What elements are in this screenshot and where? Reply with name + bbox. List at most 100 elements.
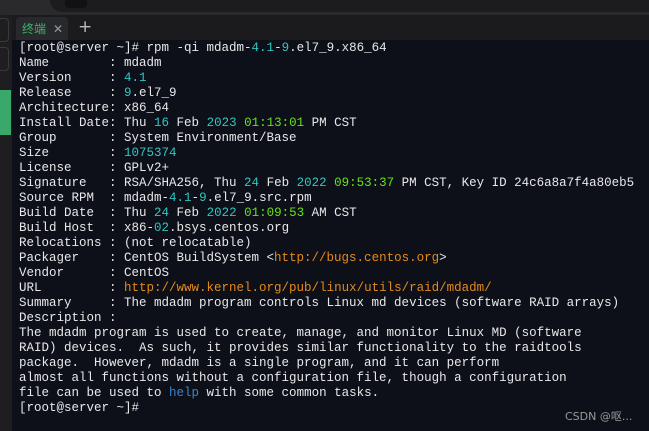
terminal-text: License : GPLv2+ [19, 161, 170, 175]
watermark: CSDN @呕... [565, 410, 633, 423]
terminal-text: > [439, 251, 447, 265]
terminal-text: 4.1 [169, 191, 192, 205]
terminal-text: Size : [19, 146, 125, 160]
terminal-line: Summary : The mdadm program controls Lin… [19, 296, 634, 311]
terminal-line: Vendor : CentOS [19, 266, 634, 281]
top-bar-shape [50, 0, 649, 12]
terminal-text: - [274, 41, 282, 55]
terminal-line: package. However, mdadm is a single prog… [19, 356, 634, 371]
terminal-line: The mdadm program is used to create, man… [19, 326, 634, 341]
terminal-line: Release : 9.el7_9 [19, 86, 634, 101]
add-tab-icon[interactable]: + [78, 17, 92, 37]
terminal-text: help [169, 386, 200, 400]
terminal-text: .bsys.centos.org [169, 221, 290, 235]
terminal-line: Build Date : Thu 24 Feb 2022 01:09:53 AM… [19, 206, 634, 221]
terminal-text: 24 [154, 206, 170, 220]
terminal-text: package. However, mdadm is a single prog… [19, 356, 500, 370]
terminal-text: Name : mdadm [19, 56, 162, 70]
terminal-text: Build Host : x86- [19, 221, 155, 235]
terminal-text: PM CST, Key ID 24c6a8a7f4a80eb5 [394, 176, 635, 190]
terminal-text: http://www.kernel.org/pub/linux/utils/ra… [124, 281, 492, 295]
terminal-text: file can be used to [19, 386, 170, 400]
terminal-text: Install Date: Thu [19, 116, 155, 130]
terminal-text: The mdadm program is used to create, man… [19, 326, 582, 340]
terminal-text: Feb [259, 176, 297, 190]
terminal-output[interactable]: [root@server ~]# rpm -qi mdadm-4.1-9.el7… [12, 40, 649, 431]
terminal-text: Summary : The mdadm program controls Lin… [19, 296, 620, 310]
terminal-text: [root@server ~]# rpm -qi mdadm- [19, 41, 252, 55]
terminal-text: Feb [169, 206, 207, 220]
terminal-text: 2023 [206, 116, 237, 130]
terminal-text: URL : [19, 281, 125, 295]
terminal-text: Source RPM : mdadm- [19, 191, 170, 205]
terminal-text: 9 [124, 86, 132, 100]
top-bar-button[interactable] [65, 0, 87, 8]
terminal-text: RAID) devices. As such, it provides simi… [19, 341, 582, 355]
terminal-line: [root@server ~]# rpm -qi mdadm-4.1-9.el7… [19, 41, 634, 56]
close-icon[interactable]: ✕ [53, 22, 63, 36]
terminal-line: Architecture: x86_64 [19, 101, 634, 116]
terminal-text: Signature : RSA/SHA256, Thu [19, 176, 245, 190]
terminal-text: Feb [169, 116, 207, 130]
terminal-text: PM CST [304, 116, 357, 130]
sidebar-active-item[interactable] [0, 90, 11, 135]
terminal-text: Description : [19, 311, 117, 325]
terminal-line: Build Host : x86-02.bsys.centos.org [19, 221, 634, 236]
terminal-text: [root@server ~]# [19, 401, 140, 415]
tab-label: 终端 [22, 22, 47, 36]
terminal-text: 01:13:01 [244, 116, 305, 130]
sidebar-button[interactable] [0, 18, 9, 42]
terminal-line: Packager : CentOS BuildSystem <http://bu… [19, 251, 634, 266]
terminal-text: 01:09:53 [244, 206, 305, 220]
terminal-line: RAID) devices. As such, it provides simi… [19, 341, 634, 356]
terminal-lines: [root@server ~]# rpm -qi mdadm-4.1-9.el7… [19, 41, 634, 416]
terminal-text: - [191, 191, 200, 205]
terminal-text: AM CST [304, 206, 357, 220]
terminal-line: Description : [19, 311, 634, 326]
terminal-text: 2022 [296, 176, 327, 190]
sidebar-button[interactable] [0, 47, 9, 71]
terminal-text: Release : [19, 86, 125, 100]
terminal-text: 4.1 [251, 41, 275, 55]
terminal-line: Relocations : (not relocatable) [19, 236, 634, 251]
tab-terminal[interactable]: 终端 ✕ [16, 17, 68, 40]
terminal-line: Name : mdadm [19, 56, 634, 71]
left-sidebar [0, 15, 12, 431]
terminal-text: Architecture: x86_64 [19, 101, 170, 115]
terminal-text: Packager : CentOS BuildSystem < [19, 251, 275, 265]
terminal-text: 9 [199, 191, 207, 205]
terminal-text: Version : [19, 71, 125, 85]
terminal-line: Source RPM : mdadm-4.1-9.el7_9.src.rpm [19, 191, 634, 206]
terminal-line: Install Date: Thu 16 Feb 2023 01:13:01 P… [19, 116, 634, 131]
terminal-text: .el7_9 [131, 86, 177, 100]
terminal-text: 09:53:37 [334, 176, 395, 190]
terminal-text: Relocations : (not relocatable) [19, 236, 252, 250]
terminal-text: 02 [154, 221, 170, 235]
terminal-text: 4.1 [124, 71, 147, 85]
terminal-line: almost all functions without a configura… [19, 371, 634, 386]
terminal-text: 1075374 [124, 146, 177, 160]
terminal-line: Group : System Environment/Base [19, 131, 634, 146]
terminal-text: Build Date : Thu [19, 206, 155, 220]
terminal-text: Group : System Environment/Base [19, 131, 297, 145]
terminal-text: 2022 [206, 206, 237, 220]
terminal-line: Size : 1075374 [19, 146, 634, 161]
terminal-text: almost all functions without a configura… [19, 371, 567, 385]
tab-bar: 终端 ✕ + [12, 15, 649, 40]
terminal-line: URL : http://www.kernel.org/pub/linux/ut… [19, 281, 634, 296]
terminal-text: 24 [244, 176, 260, 190]
terminal-text: Vendor : CentOS [19, 266, 170, 280]
terminal-text: .el7_9.src.rpm [206, 191, 312, 205]
terminal-text: with some common tasks. [199, 386, 380, 400]
terminal-text: 16 [154, 116, 170, 130]
terminal-text: .el7_9.x86_64 [289, 41, 387, 55]
terminal-text: 9 [281, 41, 290, 55]
terminal-line: file can be used to help with some commo… [19, 386, 634, 401]
terminal-text: http://bugs.centos.org [274, 251, 440, 265]
terminal-line: Version : 4.1 [19, 71, 634, 86]
terminal-line: [root@server ~]# [19, 401, 634, 416]
terminal-line: Signature : RSA/SHA256, Thu 24 Feb 2022 … [19, 176, 634, 191]
